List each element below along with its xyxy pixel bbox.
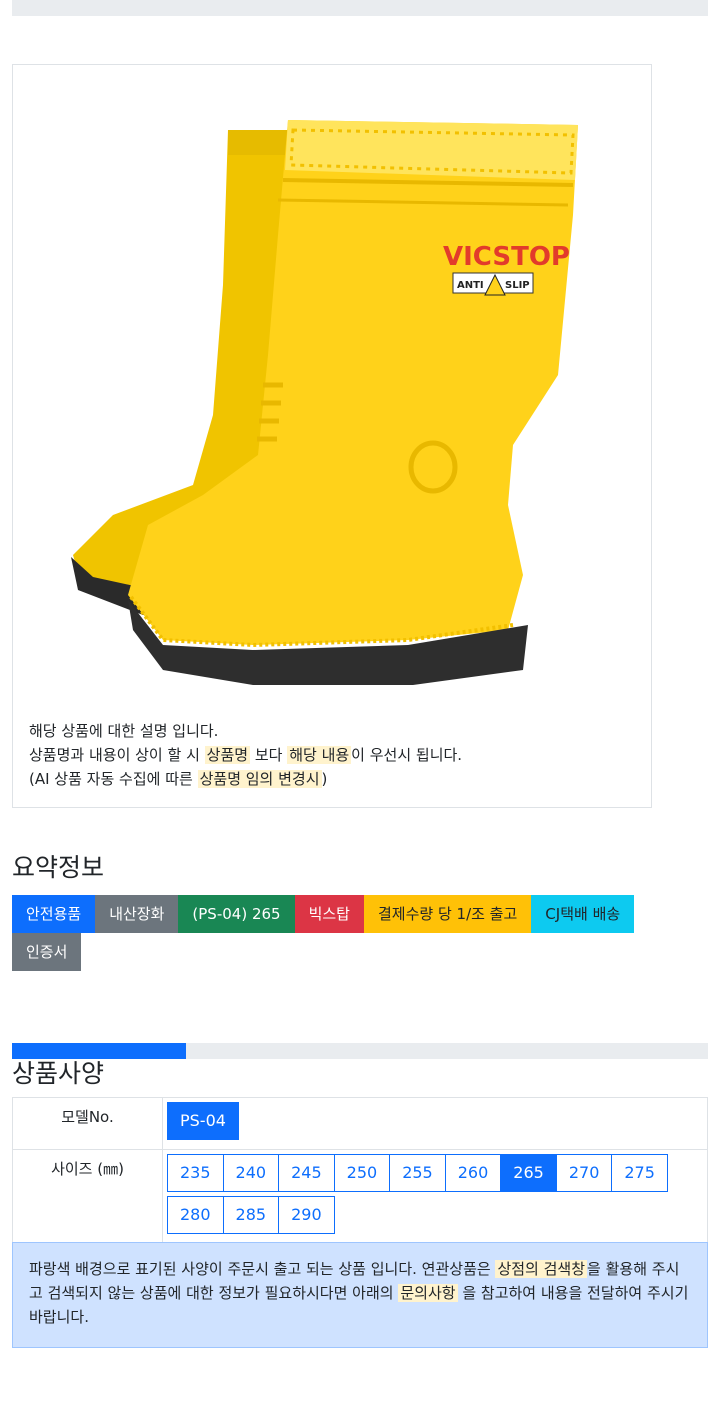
spec-row-model: 모델No. PS-04 — [12, 1097, 708, 1150]
spec-table: 모델No. PS-04 사이즈 (㎜) 235 240 245 250 255 260 26… — [12, 1097, 708, 1244]
highlight-product-name: 상품명 — [204, 746, 251, 764]
spec-title: 상품사양 — [12, 1059, 105, 1088]
size-option[interactable]: 285 — [222, 1196, 280, 1234]
badge-brand: 빅스탑 — [294, 895, 364, 933]
badge-certificate: 인증서 — [12, 933, 82, 971]
size-option[interactable]: 275 — [611, 1154, 668, 1192]
svg-text:ANTI: ANTI — [457, 280, 484, 291]
model-label: 모델No. — [12, 1097, 163, 1150]
product-card: VICSTOP ANTI SLIP 해당 상품에 대한 설명 입니다. 상품명과… — [12, 64, 652, 808]
spec-progress-bar — [12, 1043, 708, 1059]
size-option[interactable]: 235 — [167, 1154, 224, 1192]
product-description: 해당 상품에 대한 설명 입니다. 상품명과 내용이 상이 할 시 상품명 보다… — [29, 719, 462, 791]
model-option[interactable]: PS-04 — [167, 1102, 239, 1140]
badge-model-size: (PS-04) 265 — [178, 895, 295, 933]
badge-type: 내산장화 — [95, 895, 179, 933]
size-option-selected[interactable]: 265 — [500, 1154, 557, 1192]
spec-row-size: 사이즈 (㎜) 235 240 245 250 255 260 265 270 275 280 28… — [12, 1149, 708, 1244]
svg-text:SLIP: SLIP — [505, 280, 530, 291]
size-option[interactable]: 270 — [555, 1154, 613, 1192]
size-option[interactable]: 255 — [389, 1154, 446, 1192]
spec-notice: 파랑색 배경으로 표기된 사양이 주문시 출고 되는 상품 입니다. 연관상품은… — [12, 1242, 708, 1348]
badge-quantity: 결제수량 당 1/조 출고 — [363, 895, 532, 933]
highlight-content: 해당 내용 — [287, 746, 352, 764]
badge-category: 안전용품 — [12, 895, 96, 933]
brand-logo-text: VICSTOP — [443, 242, 570, 272]
badge-delivery: CJ택배 배송 — [531, 895, 635, 933]
desc-line-3: (AI 상품 자동 수집에 따른 상품명 임의 변경시) — [29, 770, 328, 788]
size-option[interactable]: 280 — [167, 1196, 224, 1234]
product-image: VICSTOP ANTI SLIP — [71, 120, 578, 685]
size-option[interactable]: 290 — [278, 1196, 335, 1234]
desc-line-2: 상품명과 내용이 상이 할 시 상품명 보다 해당 내용 이 우선시 됩니다. — [29, 746, 463, 764]
size-option[interactable]: 260 — [444, 1154, 502, 1192]
size-option[interactable]: 245 — [278, 1154, 335, 1192]
model-values: PS-04 — [162, 1097, 708, 1150]
highlight-rename: 상품명 임의 변경시 — [197, 770, 322, 788]
size-label: 사이즈 (㎜) — [12, 1149, 163, 1244]
highlight-inquiry: 문의사항 — [398, 1284, 458, 1302]
desc-line-1: 해당 상품에 대한 설명 입니다. — [29, 722, 219, 740]
spec-progress-fill — [12, 1043, 186, 1059]
summary-badges: 안전용품 내산장화 (PS-04) 265 빅스탑 결제수량 당 1/조 출고 … — [12, 895, 672, 971]
highlight-search: 상점의 검색창 — [495, 1260, 588, 1278]
size-values: 235 240 245 250 255 260 265 270 275 280 285 290 — [162, 1149, 708, 1244]
summary-title: 요약정보 — [12, 853, 105, 882]
size-option[interactable]: 250 — [333, 1154, 391, 1192]
size-option[interactable]: 240 — [222, 1154, 280, 1192]
top-bar — [12, 0, 708, 16]
